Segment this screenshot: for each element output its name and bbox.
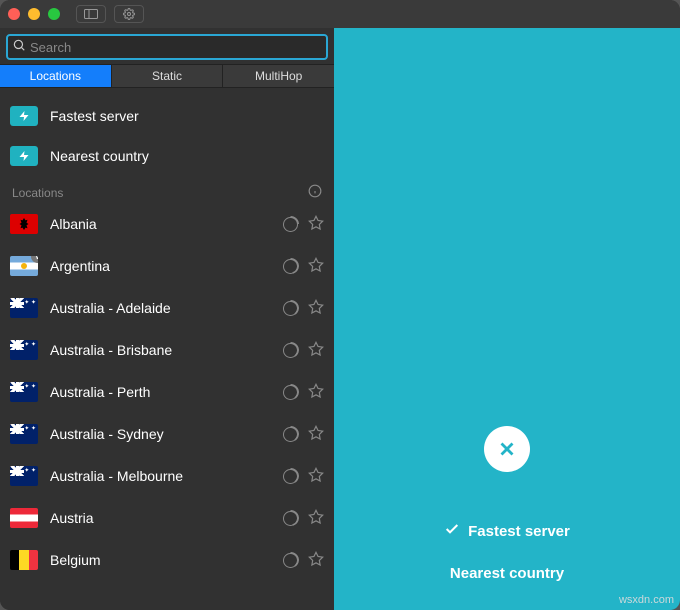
favorite-star-icon[interactable] [308, 257, 324, 276]
nearest-country-label: Nearest country [450, 565, 564, 582]
favorite-star-icon[interactable] [308, 467, 324, 486]
load-indicator-icon [283, 511, 298, 526]
zoom-window-button[interactable] [48, 8, 60, 20]
location-name: Australia - Adelaide [50, 300, 271, 316]
location-name: Albania [50, 216, 271, 232]
load-indicator-icon [283, 469, 298, 484]
flag-icon: V [10, 256, 38, 276]
locations-list[interactable]: Albania V Argentina Australia - Adelaide… [0, 203, 334, 610]
quick-pick-label: Nearest country [50, 148, 149, 164]
location-row[interactable]: Albania [0, 203, 334, 245]
locations-section-title: Locations [12, 186, 63, 200]
load-indicator-icon [283, 427, 298, 442]
location-name: Australia - Brisbane [50, 342, 271, 358]
flag-icon [10, 508, 38, 528]
favorite-star-icon[interactable] [308, 383, 324, 402]
location-name: Australia - Sydney [50, 426, 271, 442]
tab-multihop[interactable]: MultiHop [223, 65, 334, 87]
favorite-star-icon[interactable] [308, 551, 324, 570]
titlebar [0, 0, 680, 28]
location-row[interactable]: Austria [0, 497, 334, 539]
tab-locations[interactable]: Locations [0, 65, 112, 87]
checkmark-icon [444, 521, 460, 541]
selected-server-label: Fastest server [468, 523, 570, 540]
disconnect-button[interactable] [484, 426, 530, 472]
location-row[interactable]: Belgium [0, 539, 334, 581]
watermark: wsxdn.com [619, 594, 674, 606]
search-icon [12, 38, 26, 57]
location-name: Argentina [50, 258, 271, 274]
bolt-icon [10, 106, 38, 126]
location-name: Belgium [50, 552, 271, 568]
search-input[interactable] [26, 40, 322, 55]
flag-icon [10, 298, 38, 318]
favorite-star-icon[interactable] [308, 299, 324, 318]
window-controls [8, 8, 60, 20]
flag-icon [10, 424, 38, 444]
locations-section-header: Locations [0, 180, 334, 203]
minimize-window-button[interactable] [28, 8, 40, 20]
location-row[interactable]: Australia - Adelaide [0, 287, 334, 329]
favorite-star-icon[interactable] [308, 341, 324, 360]
flag-icon [10, 466, 38, 486]
favorite-star-icon[interactable] [308, 425, 324, 444]
tabs: LocationsStaticMultiHop [0, 64, 334, 88]
quick-pick-fastest[interactable]: Fastest server [10, 96, 324, 136]
tab-static[interactable]: Static [112, 65, 224, 87]
load-indicator-icon [283, 217, 298, 232]
location-row[interactable]: Australia - Brisbane [0, 329, 334, 371]
load-indicator-icon [283, 385, 298, 400]
close-window-button[interactable] [8, 8, 20, 20]
selected-server-option[interactable]: Fastest server [444, 510, 570, 552]
settings-button[interactable] [114, 5, 144, 23]
load-indicator-icon [283, 259, 298, 274]
location-row[interactable]: Australia - Sydney [0, 413, 334, 455]
favorite-star-icon[interactable] [308, 509, 324, 528]
badge: V [31, 256, 38, 263]
quick-pick-label: Fastest server [50, 108, 139, 124]
sidebar-toggle-button[interactable] [76, 5, 106, 23]
load-indicator-icon [283, 553, 298, 568]
info-icon[interactable] [308, 184, 322, 201]
location-row[interactable]: Australia - Melbourne [0, 455, 334, 497]
location-name: Australia - Melbourne [50, 468, 271, 484]
location-name: Austria [50, 510, 271, 526]
connection-panel: Fastest server Nearest country [334, 28, 680, 610]
flag-icon [10, 340, 38, 360]
quick-pick-nearest[interactable]: Nearest country [10, 136, 324, 176]
app-window: LocationsStaticMultiHop Fastest server N… [0, 0, 680, 610]
flag-icon [10, 382, 38, 402]
sidebar: LocationsStaticMultiHop Fastest server N… [0, 28, 334, 610]
load-indicator-icon [283, 301, 298, 316]
location-row[interactable]: V Argentina [0, 245, 334, 287]
load-indicator-icon [283, 343, 298, 358]
favorite-star-icon[interactable] [308, 215, 324, 234]
location-name: Australia - Perth [50, 384, 271, 400]
nearest-country-option[interactable]: Nearest country [450, 552, 564, 594]
location-row[interactable]: Australia - Perth [0, 371, 334, 413]
bolt-icon [10, 146, 38, 166]
flag-icon [10, 550, 38, 570]
flag-icon [10, 214, 38, 234]
search-field[interactable] [6, 34, 328, 60]
